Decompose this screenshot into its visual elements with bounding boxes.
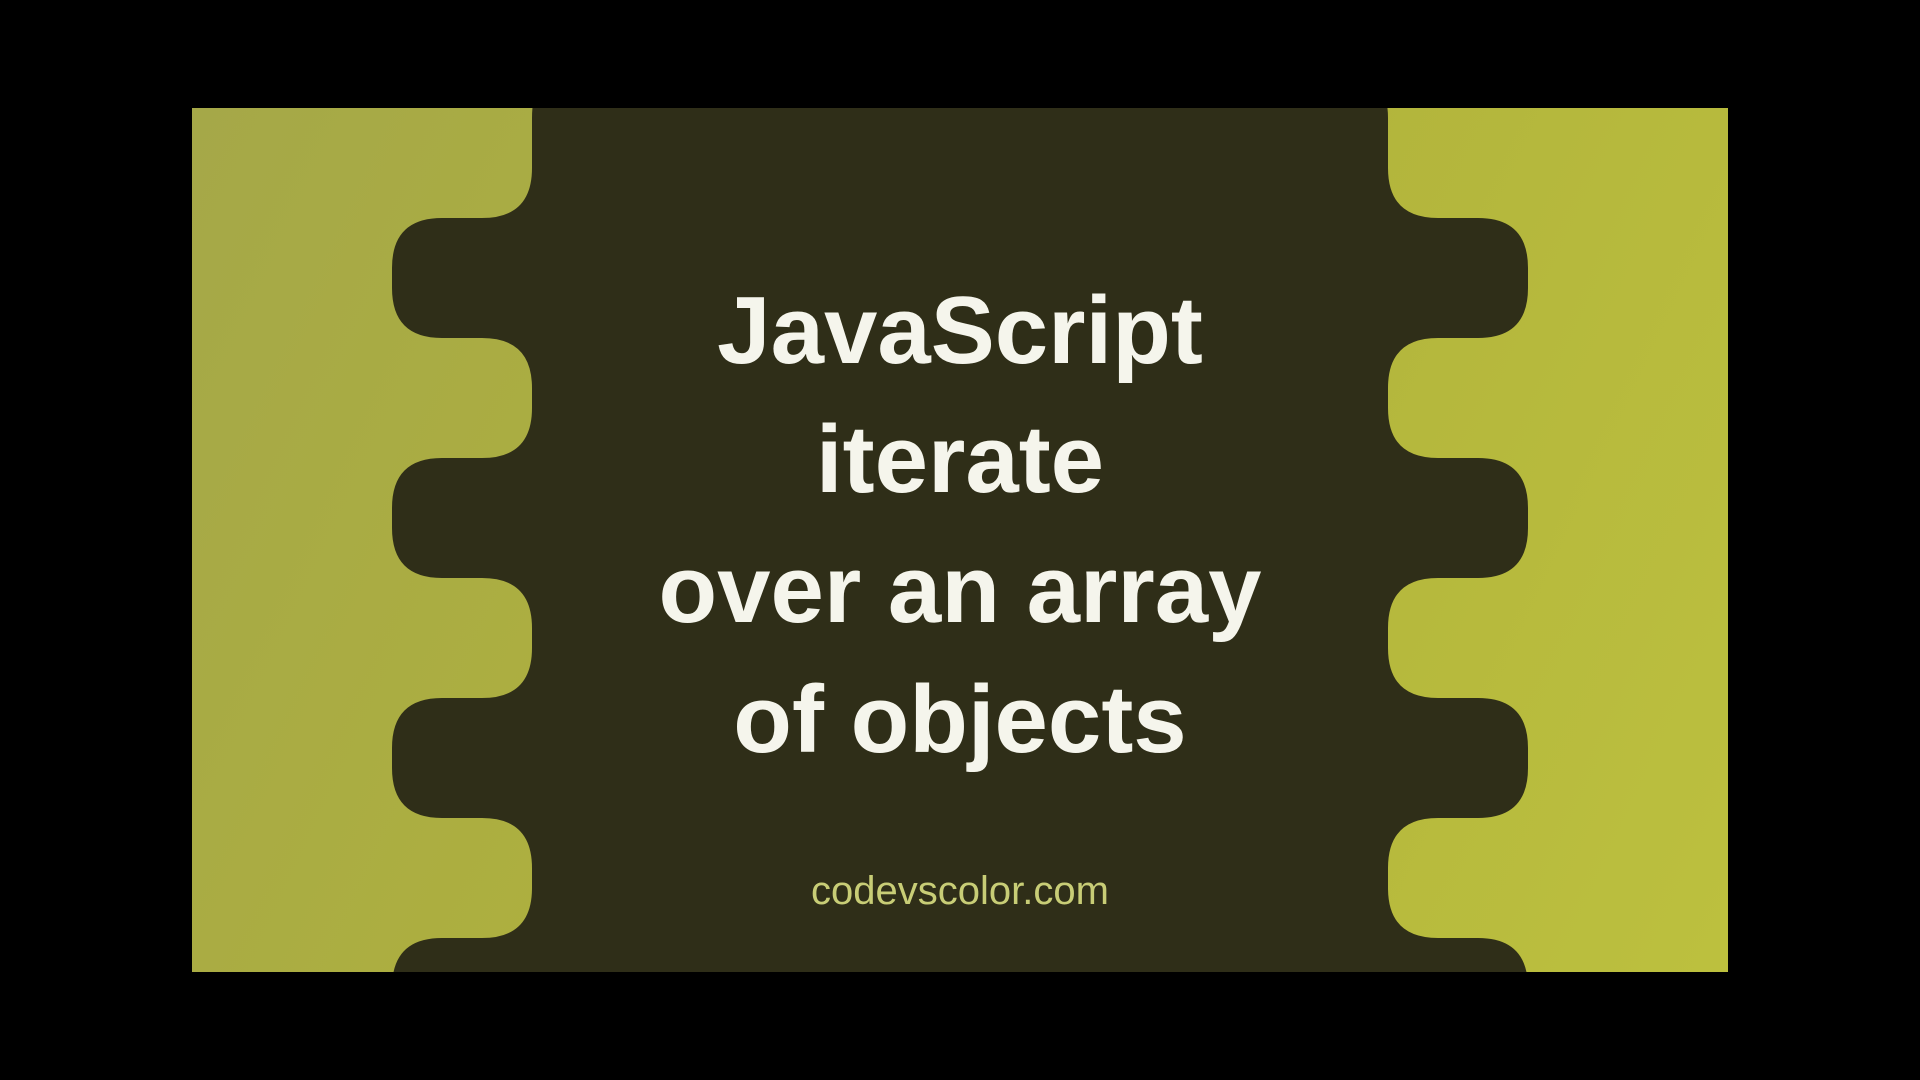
title-line-2: iterate [816, 406, 1104, 513]
title-line-1: JavaScript [717, 277, 1203, 384]
main-title: JavaScript iterate over an array of obje… [658, 266, 1261, 784]
content-container: JavaScript iterate over an array of obje… [192, 108, 1728, 972]
title-line-4: of objects [733, 666, 1186, 773]
attribution-text: codevscolor.com [811, 869, 1109, 914]
title-line-3: over an array [658, 536, 1261, 643]
hero-card: JavaScript iterate over an array of obje… [192, 108, 1728, 972]
